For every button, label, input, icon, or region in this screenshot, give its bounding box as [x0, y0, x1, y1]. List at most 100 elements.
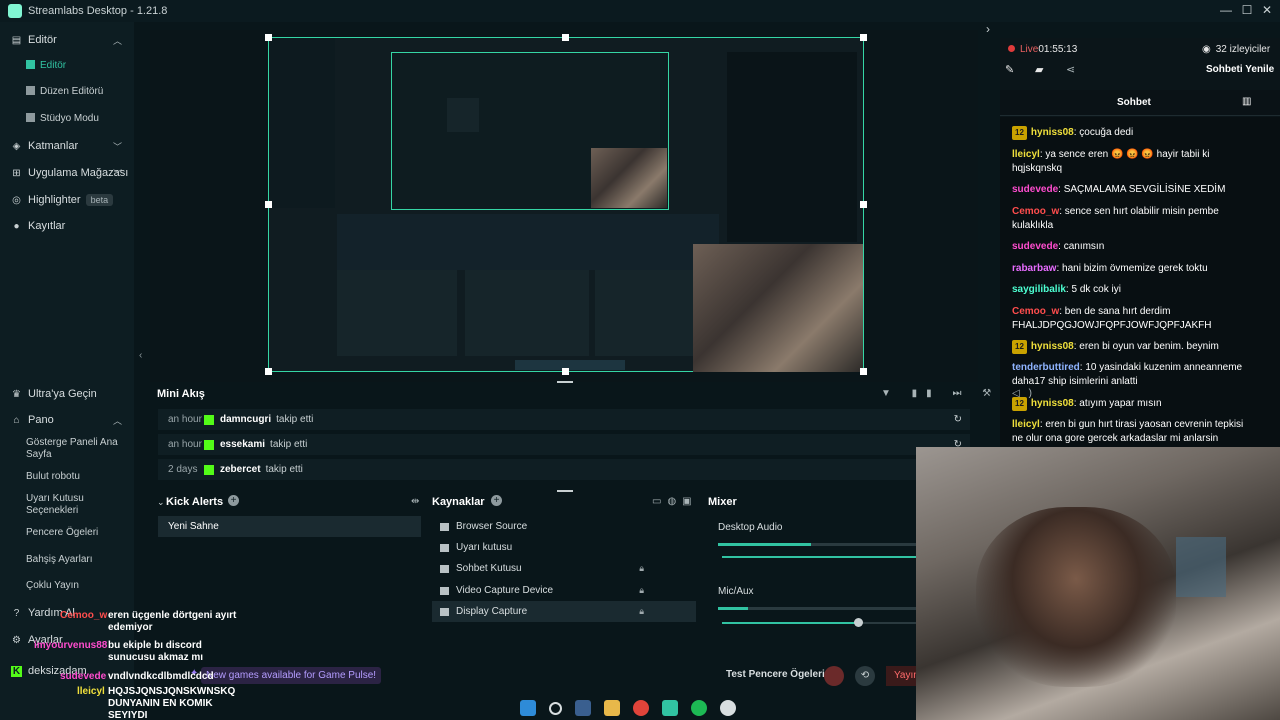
- lock-icon[interactable]: 🔒︎: [639, 563, 644, 574]
- volume-slider[interactable]: [722, 622, 916, 624]
- chat-username[interactable]: Cemoo_w: [1012, 206, 1059, 217]
- mixer-channel-name: Mic/Aux: [718, 586, 754, 597]
- spotify-icon[interactable]: [691, 700, 707, 716]
- sidebar-item-dashboard-home[interactable]: Gösterge Paneli Ana Sayfa: [26, 437, 126, 461]
- chevron-right-icon[interactable]: ›: [986, 22, 990, 36]
- chat-message: tenderbuttired: 10 yasindaki kuzenim ann…: [1012, 361, 1246, 389]
- sidebar-item-cloudbot[interactable]: Bulut robotu: [26, 471, 126, 483]
- layout-icon: [26, 86, 35, 95]
- sidebar-item-editor-sub[interactable]: Editör: [26, 60, 126, 72]
- add-scene-icon[interactable]: +: [228, 495, 239, 506]
- chat-username[interactable]: saygilibalik: [1012, 284, 1066, 295]
- chat-username[interactable]: hyniss08: [1031, 341, 1074, 352]
- resize-handle-nw[interactable]: [265, 34, 272, 41]
- source-item[interactable]: Uyarı kutusu: [432, 537, 696, 558]
- display-capture-source[interactable]: [268, 37, 864, 372]
- scene-transitions-icon[interactable]: ⇹: [411, 496, 419, 507]
- chevron-down-icon[interactable]: ⌄: [157, 497, 165, 508]
- resize-handle-n[interactable]: [562, 34, 569, 41]
- chat-username[interactable]: Cemoo_w: [1012, 306, 1059, 317]
- source-item-selected[interactable]: Display Capture 🔒︎: [432, 601, 696, 622]
- notification-banner[interactable]: New games available for Game Pulse!: [201, 667, 382, 684]
- volume-slider-knob[interactable]: [853, 618, 863, 627]
- editor-sub-icon: [26, 60, 35, 69]
- replay-buffer-icon[interactable]: ⟲: [855, 666, 875, 686]
- record-button[interactable]: [824, 666, 844, 686]
- panel-resize-handle[interactable]: [557, 490, 573, 492]
- sidebar-item-tip-settings[interactable]: Bahşiş Ayarları: [26, 554, 126, 566]
- windows-start-icon[interactable]: [520, 700, 536, 716]
- sidebar-item-multistream[interactable]: Çoklu Yayın: [26, 580, 126, 592]
- resize-handle-e[interactable]: [860, 201, 867, 208]
- chat-username[interactable]: hyniss08: [1031, 127, 1074, 138]
- chat-message: 12 hyniss08: atıyım yapar mısın: [1012, 397, 1246, 411]
- overlay-chat-user: sudevede: [60, 671, 107, 682]
- chrome-icon[interactable]: [633, 700, 649, 716]
- repeat-icon[interactable]: ↻: [954, 414, 962, 425]
- chat-username[interactable]: rabarbaw: [1012, 263, 1056, 274]
- search-icon[interactable]: [549, 701, 562, 715]
- sidebar-item-ultra[interactable]: ♛ Ultra'ya Geçin: [0, 382, 134, 406]
- help-icon: ?: [13, 607, 20, 619]
- scene-item[interactable]: Yeni Sahne: [158, 516, 421, 537]
- sidebar-item-dashboard[interactable]: ⌂ Pano ︿: [0, 408, 134, 432]
- mini-feed-controls[interactable]: ▼ ▮▮ ⏭ ⚒ ◁): [881, 388, 1041, 399]
- overlay-chat-user: lleicyl: [77, 686, 105, 697]
- source-item[interactable]: Video Capture Device 🔒︎: [432, 580, 696, 601]
- close-button[interactable]: ✕: [1259, 3, 1275, 17]
- chat-username[interactable]: sudevede: [1012, 241, 1058, 252]
- resize-handle-ne[interactable]: [860, 34, 867, 41]
- source-tools-icons[interactable]: ▭◍▣: [652, 496, 698, 507]
- sidebar-item-app-store[interactable]: ⊞ Uygulama Mağazası ﹀: [0, 161, 134, 185]
- maximize-button[interactable]: ☐: [1239, 3, 1255, 17]
- steam-icon[interactable]: [575, 700, 591, 716]
- add-source-icon[interactable]: +: [491, 495, 502, 506]
- volume-slider[interactable]: [722, 556, 916, 558]
- lock-icon[interactable]: 🔒︎: [639, 585, 644, 596]
- chat-username[interactable]: sudevede: [1012, 184, 1058, 195]
- resize-handle-s[interactable]: [562, 368, 569, 375]
- overlay-chat-user: Cemoo_w: [60, 610, 108, 621]
- sidebar-item-recordings[interactable]: ● Kayıtlar: [0, 214, 134, 238]
- test-widgets-button[interactable]: Test Pencere Ögeleri: [726, 669, 825, 680]
- panel-resize-handle[interactable]: [557, 381, 573, 383]
- lock-icon[interactable]: 🔒︎: [639, 606, 644, 617]
- sidebar-item-layout-editor[interactable]: Düzen Editörü: [26, 86, 126, 98]
- source-item[interactable]: Sohbet Kutusu 🔒︎: [432, 558, 696, 579]
- resize-handle-se[interactable]: [860, 368, 867, 375]
- resize-handle-w[interactable]: [265, 201, 272, 208]
- recordings-icon: ●: [13, 220, 20, 232]
- sidebar-item-widgets[interactable]: Pencere Ögeleri: [26, 527, 126, 539]
- chat-username[interactable]: lleicyl: [1012, 419, 1040, 430]
- minimize-button[interactable]: —: [1218, 3, 1234, 17]
- users-icon[interactable]: ▥: [1242, 96, 1251, 107]
- nested-mixer: [595, 270, 695, 356]
- sidebar-item-alert-box[interactable]: Uyarı Kutusu Seçenekleri: [26, 493, 126, 517]
- resize-handle-sw[interactable]: [265, 368, 272, 375]
- edit-icon[interactable]: ✎: [1005, 63, 1014, 76]
- chat-username[interactable]: tenderbuttired: [1012, 362, 1080, 373]
- chat-text: 5 dk cok iyi: [1071, 284, 1121, 295]
- chevron-down-icon: ﹀: [112, 141, 122, 152]
- sidebar-item-highlighter[interactable]: ◎ Highlighter beta: [0, 188, 134, 212]
- chat-text: canımsın: [1063, 241, 1105, 252]
- chat-message: sudevede: SAÇMALAMA SEVGİLİSİNE XEDİM: [1012, 183, 1246, 197]
- folder-icon[interactable]: [604, 700, 620, 716]
- sidebar-item-studio-mode[interactable]: Stüdyo Modu: [26, 113, 126, 125]
- go-live-button[interactable]: Yayına: [886, 666, 916, 686]
- streamlabs-icon[interactable]: [662, 700, 678, 716]
- nested-sidebar: [269, 38, 335, 208]
- chat-username[interactable]: hyniss08: [1031, 398, 1074, 409]
- chat-message: Cemoo_w: ben de sana hırt derdim FHALJDP…: [1012, 305, 1246, 333]
- source-item[interactable]: Browser Source: [432, 516, 696, 537]
- sidebar-item-layers[interactable]: ◈ Katmanlar ﹀: [0, 134, 134, 158]
- sidebar-item-editor[interactable]: ▤ Editör ︿: [0, 28, 134, 52]
- live-timer: 01:55:13: [1038, 44, 1078, 55]
- share-icon[interactable]: ⋖: [1066, 63, 1075, 76]
- refresh-chat-button[interactable]: Sohbeti Yenile: [1206, 64, 1274, 75]
- chevron-left-icon[interactable]: ‹: [139, 350, 142, 361]
- media-player-icon[interactable]: [720, 700, 736, 716]
- chat-username[interactable]: lleicyl: [1012, 149, 1040, 160]
- truck-icon[interactable]: ▰: [1035, 63, 1043, 76]
- editor-icon: ▤: [11, 34, 22, 46]
